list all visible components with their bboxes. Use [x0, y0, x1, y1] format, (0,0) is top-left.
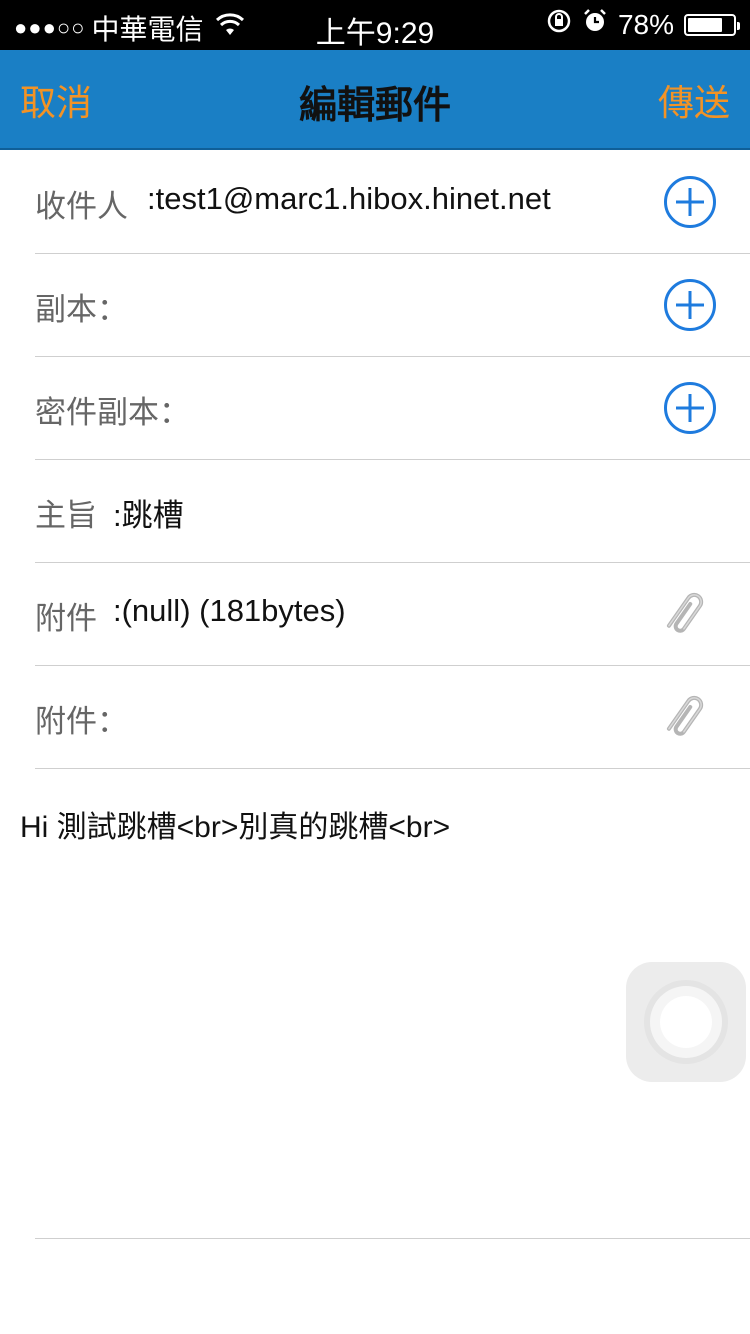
assistive-touch-button[interactable] [626, 962, 746, 1082]
paperclip-icon[interactable] [658, 585, 712, 645]
attachment-row-2[interactable]: 附件： [35, 666, 750, 769]
battery-percent: 78% [617, 8, 674, 40]
rotation-lock-icon [546, 8, 572, 41]
battery-fill [688, 17, 723, 32]
send-button[interactable]: 傳送 [658, 74, 730, 126]
cc-row[interactable]: 副本： [35, 254, 750, 357]
attachment-value-1: :(null) (181bytes) [113, 593, 346, 628]
page-title: 編輯郵件 [298, 83, 451, 127]
bcc-label: 密件副本： [35, 395, 190, 431]
subject-label: 主旨 [35, 498, 97, 534]
message-body[interactable]: Hi 測試跳槽<br>別真的跳槽<br> [20, 802, 450, 846]
nav-bar: 取消 編輯郵件 傳送 [0, 50, 750, 150]
cc-label: 副本： [35, 292, 128, 328]
divider [35, 1238, 750, 1239]
paperclip-icon[interactable] [658, 688, 712, 748]
battery-icon [684, 13, 740, 36]
to-label: 收件人 [35, 189, 128, 225]
assistive-touch-core [660, 996, 712, 1048]
add-bcc-button[interactable] [664, 382, 716, 434]
compose-fields: 收件人 :test1@marc1.hibox.hinet.net 副本： 密件副… [0, 151, 750, 769]
add-recipient-button[interactable] [664, 176, 716, 228]
bcc-row[interactable]: 密件副本： [35, 357, 750, 460]
to-field[interactable]: :test1@marc1.hibox.hinet.net [147, 181, 551, 217]
status-bar: ●●●○○ 中華電信 上午9:29 78% [0, 0, 750, 50]
subject-field[interactable]: :跳槽 [113, 490, 184, 535]
to-row[interactable]: 收件人 :test1@marc1.hibox.hinet.net [35, 151, 750, 254]
add-cc-button[interactable] [664, 279, 716, 331]
attachment-label-1: 附件 [35, 601, 97, 637]
subject-row[interactable]: 主旨 :跳槽 [35, 460, 750, 563]
attachment-row-1[interactable]: 附件 :(null) (181bytes) [35, 563, 750, 666]
alarm-clock-icon [582, 8, 608, 41]
attachment-label-2: 附件： [35, 704, 128, 740]
status-right: 78% [546, 8, 740, 41]
